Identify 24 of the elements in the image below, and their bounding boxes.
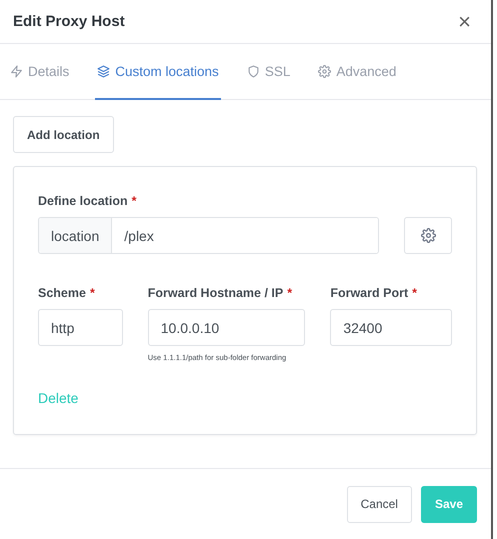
field-label: Define location xyxy=(38,194,128,208)
bolt-icon xyxy=(10,64,23,78)
input-field[interactable]: 10.0.0.10 xyxy=(148,309,306,346)
input-prefix: location xyxy=(39,218,112,253)
required-mark: * xyxy=(132,194,136,208)
input-field[interactable]: http xyxy=(38,309,123,346)
required-mark: * xyxy=(412,286,417,300)
field-label: Forward Hostname / IP xyxy=(148,286,284,300)
shield-icon xyxy=(246,64,260,78)
required-mark: * xyxy=(90,286,95,300)
field-label: Forward Port xyxy=(330,286,408,300)
close-button[interactable]: × xyxy=(458,10,471,32)
tab[interactable]: Custom locations xyxy=(95,44,221,100)
required-mark: * xyxy=(287,286,292,300)
field-label: Scheme xyxy=(38,286,86,300)
settings-icon xyxy=(420,228,436,243)
window-title: Edit Proxy Host xyxy=(13,13,125,30)
input-field[interactable]: 32400 xyxy=(330,309,452,346)
settings-button[interactable] xyxy=(404,217,452,254)
add-location-button[interactable]: Add location xyxy=(13,116,114,153)
location-field[interactable]: location /plex xyxy=(38,217,380,254)
settings-icon xyxy=(318,64,332,78)
cancel-button[interactable]: Cancel xyxy=(346,486,412,522)
layers-icon xyxy=(97,64,110,78)
